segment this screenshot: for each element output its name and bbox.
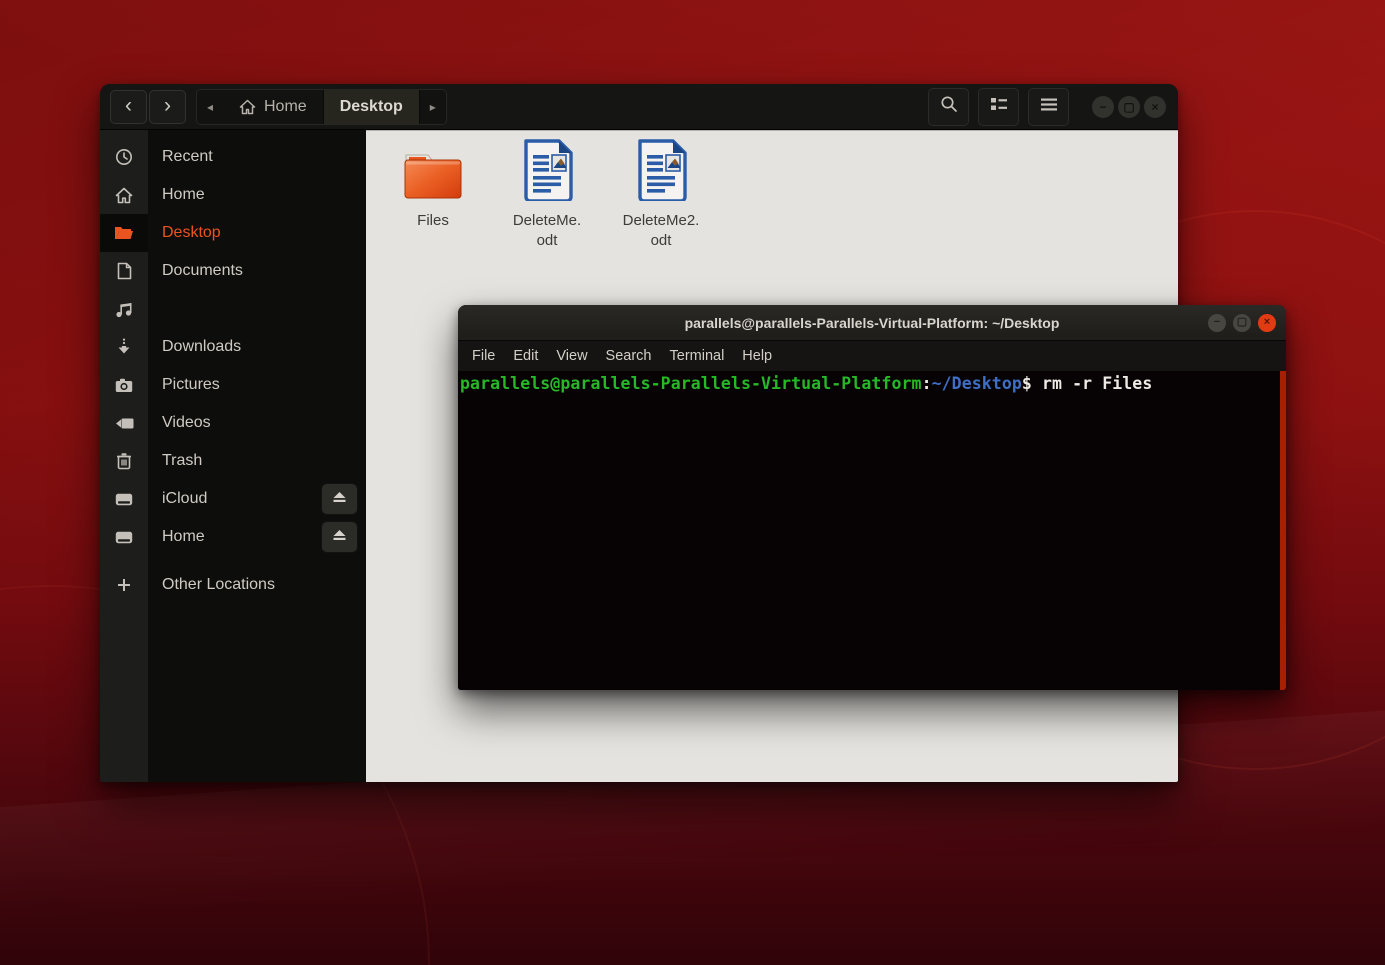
sidebar-item-trash[interactable]: Trash — [100, 442, 366, 480]
sidebar-item-label: iCloud — [162, 490, 208, 507]
menu-search[interactable]: Search — [597, 348, 661, 364]
view-toggle-button[interactable] — [978, 87, 1019, 126]
terminal-menubar: File Edit View Search Terminal Help — [458, 341, 1286, 371]
trash-icon — [116, 452, 132, 470]
home-icon — [239, 99, 256, 115]
download-arrow-icon — [116, 338, 132, 356]
files-window-controls: − ▢ × — [1092, 95, 1166, 118]
music-note-icon — [115, 301, 133, 318]
menu-terminal[interactable]: Terminal — [661, 348, 734, 364]
prompt-path: ~/Desktop — [931, 374, 1022, 393]
sidebar-item-videos[interactable]: Videos — [100, 404, 366, 442]
maximize-button[interactable]: ▢ — [1118, 95, 1140, 118]
prompt-user-host: parallels@parallels-Parallels-Virtual-Pl… — [460, 374, 922, 393]
breadcrumb-next-icon[interactable]: ▸ — [420, 100, 446, 114]
sidebar-item-label: Home — [162, 528, 205, 545]
search-button[interactable] — [928, 87, 969, 126]
menu-help[interactable]: Help — [733, 348, 781, 364]
sidebar-item-label: Trash — [162, 452, 203, 469]
sidebar-item-icloud[interactable]: iCloud — [100, 480, 366, 518]
terminal-titlebar[interactable]: parallels@parallels-Parallels-Virtual-Pl… — [458, 305, 1286, 341]
sidebar-item-desktop[interactable]: Desktop — [100, 214, 366, 252]
forward-button[interactable]: › — [149, 89, 186, 124]
odt-document-icon — [635, 139, 687, 206]
home-icon — [115, 187, 133, 204]
sidebar-item-label: Downloads — [162, 338, 242, 355]
sidebar-item-home-drive[interactable]: Home — [100, 518, 366, 556]
terminal-prompt-line: parallels@parallels-Parallels-Virtual-Pl… — [460, 374, 1276, 393]
clock-icon — [115, 148, 133, 166]
menu-file[interactable]: File — [463, 348, 504, 364]
sidebar-item-label: Recent — [162, 148, 213, 165]
file-item-deleteme-odt[interactable]: DeleteMe. odt — [498, 139, 596, 251]
menu-edit[interactable]: Edit — [504, 348, 547, 364]
terminal-window-controls: − ▢ × — [1208, 305, 1276, 340]
breadcrumb: ◂ Home Desktop ▸ — [196, 88, 447, 125]
camera-icon — [115, 378, 133, 393]
prompt-separator: : — [921, 374, 932, 393]
file-item-files-folder[interactable]: Files — [384, 142, 482, 231]
file-label: DeleteMe. odt — [512, 212, 582, 249]
eject-icon — [332, 490, 347, 508]
close-button[interactable]: × — [1144, 95, 1166, 118]
sidebar-item-recent[interactable]: Recent — [100, 138, 366, 176]
sidebar-item-label: Desktop — [162, 224, 221, 241]
maximize-button[interactable]: ▢ — [1233, 313, 1251, 332]
eject-button[interactable] — [321, 521, 358, 553]
menu-button[interactable] — [1028, 87, 1069, 126]
minimize-button[interactable]: − — [1208, 313, 1226, 332]
sidebar-item-downloads[interactable]: Downloads — [100, 328, 366, 366]
sidebar-item-label: Home — [162, 186, 205, 203]
sidebar-item-label: Videos — [162, 414, 211, 431]
video-camera-icon — [115, 417, 134, 430]
sidebar-item-other-locations[interactable]: Other Locations — [100, 566, 366, 604]
file-label: DeleteMe2. odt — [622, 212, 700, 249]
files-header-bar: ‹ › ◂ Home Desktop ▸ − ▢ × — [100, 84, 1178, 130]
terminal-scrollbar[interactable] — [1280, 371, 1286, 690]
folder-icon — [402, 151, 464, 206]
desktop-wallpaper: ‹ › ◂ Home Desktop ▸ − ▢ × Recent Home D… — [0, 0, 1385, 965]
folder-open-icon — [114, 225, 134, 241]
file-label: Files — [417, 212, 449, 229]
breadcrumb-current-button[interactable]: Desktop — [322, 89, 420, 124]
sidebar-item-label: Pictures — [162, 376, 220, 393]
menu-view[interactable]: View — [547, 348, 596, 364]
file-item-deleteme2-odt[interactable]: DeleteMe2. odt — [612, 139, 710, 251]
breadcrumb-home-button[interactable]: Home — [223, 90, 323, 124]
odt-document-icon — [521, 139, 573, 206]
terminal-title: parallels@parallels-Parallels-Virtual-Pl… — [684, 314, 1060, 331]
prompt-symbol: $ — [1021, 374, 1032, 393]
sidebar-item-home[interactable]: Home — [100, 176, 366, 214]
terminal-window: parallels@parallels-Parallels-Virtual-Pl… — [458, 305, 1286, 690]
eject-button[interactable] — [321, 483, 358, 515]
back-button[interactable]: ‹ — [110, 89, 147, 124]
terminal-body[interactable]: parallels@parallels-Parallels-Virtual-Pl… — [458, 371, 1286, 690]
drive-icon — [115, 531, 133, 544]
close-button[interactable]: × — [1258, 313, 1276, 332]
plus-icon — [117, 578, 131, 592]
sidebar-item-pictures[interactable]: Pictures — [100, 366, 366, 404]
hamburger-icon — [1040, 98, 1058, 116]
drive-icon — [115, 493, 133, 506]
sidebar-item-label: Documents — [162, 262, 243, 279]
minimize-button[interactable]: − — [1092, 95, 1114, 118]
search-icon — [940, 95, 958, 118]
sidebar-item-music[interactable] — [100, 290, 366, 328]
files-sidebar: Recent Home Desktop Documents Downloads … — [100, 130, 366, 782]
files-header-actions: − ▢ × — [928, 87, 1166, 126]
prompt-command: rm -r Files — [1031, 374, 1153, 393]
breadcrumb-home-label: Home — [264, 97, 307, 115]
breadcrumb-prev-icon[interactable]: ◂ — [197, 100, 223, 114]
sidebar-item-label: Other Locations — [162, 576, 275, 593]
list-view-icon — [990, 97, 1008, 116]
document-icon — [117, 262, 132, 280]
eject-icon — [332, 528, 347, 546]
sidebar-item-documents[interactable]: Documents — [100, 252, 366, 290]
